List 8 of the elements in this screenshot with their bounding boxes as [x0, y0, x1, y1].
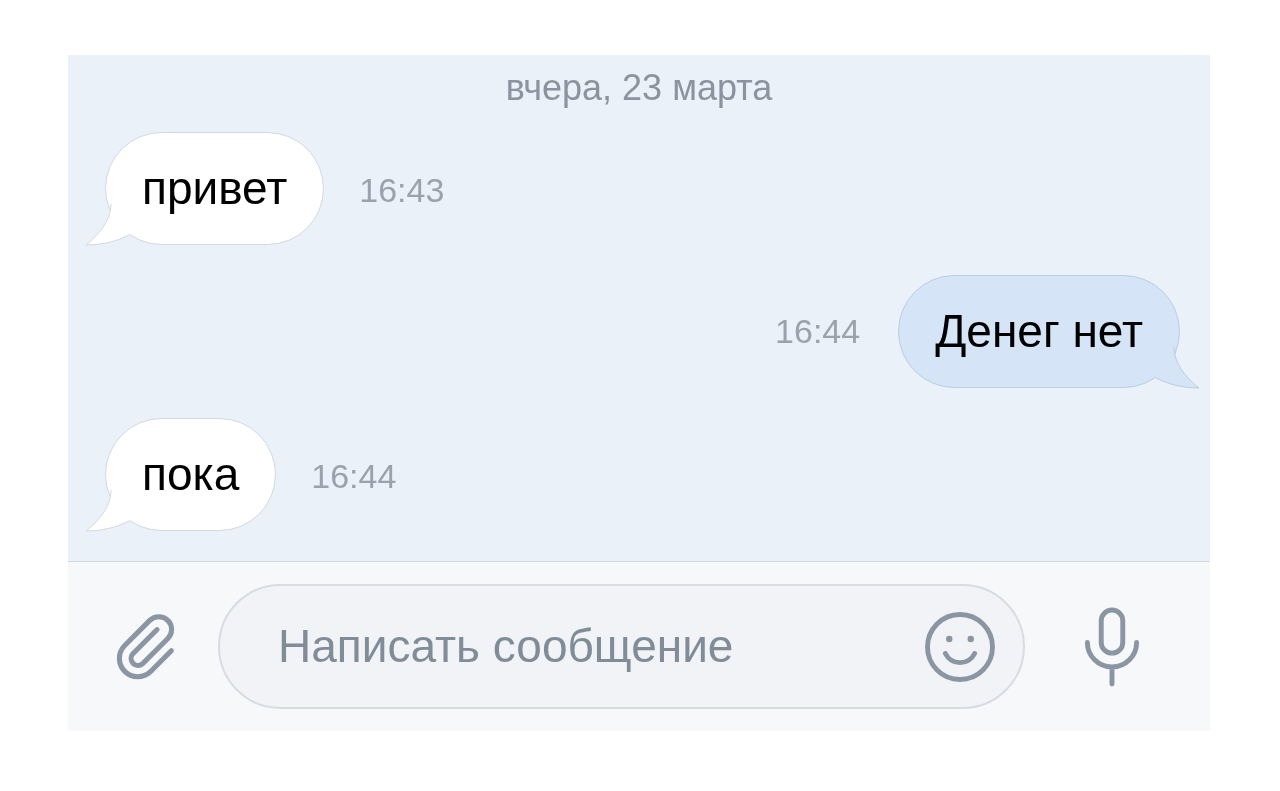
message-time: 16:44	[775, 311, 861, 352]
message-time: 16:43	[359, 170, 445, 211]
message-bubble: Денег нет	[898, 275, 1180, 388]
message-time: 16:44	[311, 456, 397, 497]
message-bubble: привет	[105, 132, 325, 245]
message-field[interactable]: Написать сообщение	[218, 584, 1025, 709]
date-divider: вчера, 23 марта	[504, 66, 774, 110]
message-bubble: пока	[105, 418, 277, 531]
